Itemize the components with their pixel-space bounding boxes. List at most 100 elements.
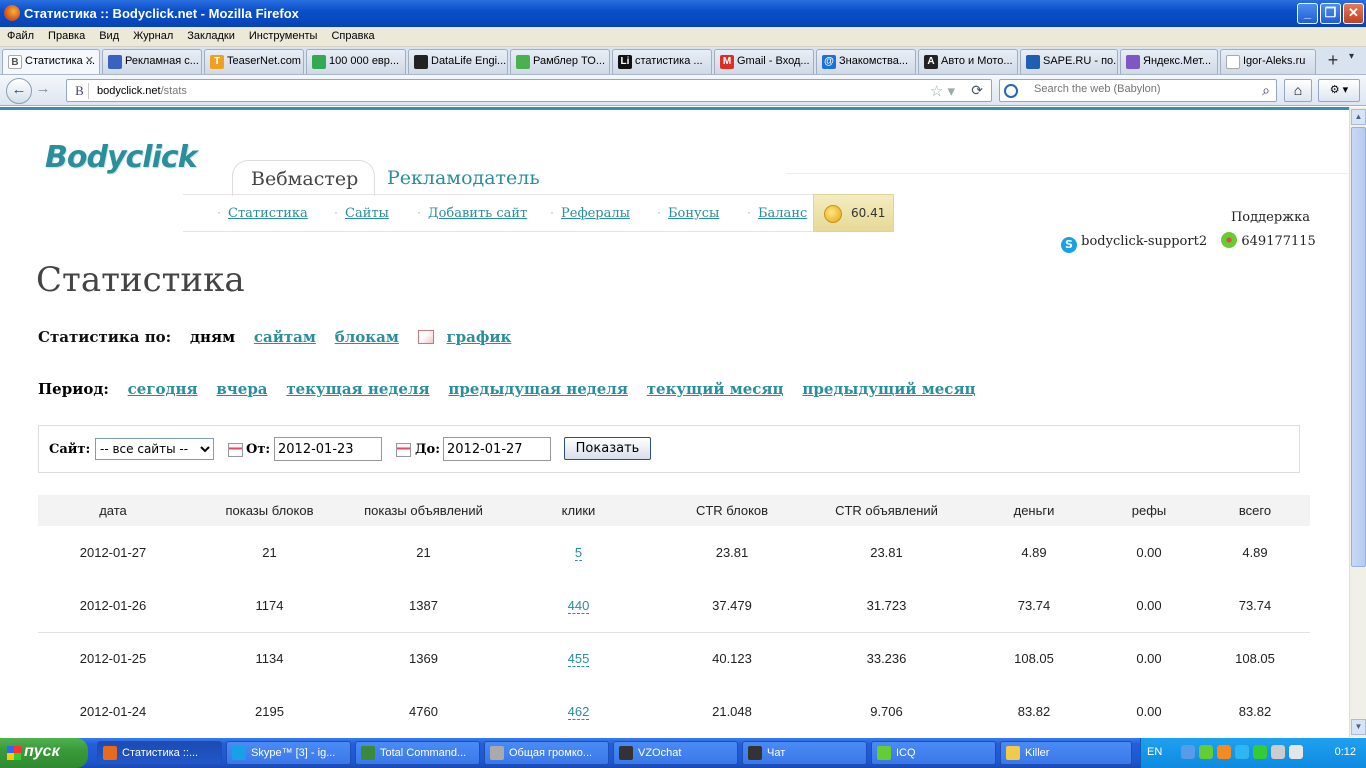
tab-3[interactable]: T TeaserNet.com <box>204 49 304 74</box>
language-indicator[interactable]: EN <box>1147 746 1162 758</box>
minimize-button[interactable]: _ <box>1297 3 1318 24</box>
period-yesterday-link[interactable]: вчера <box>216 380 267 398</box>
tab-5[interactable]: DataLife Engi... <box>408 49 508 74</box>
tab-7[interactable]: Li статистика ... <box>612 49 712 74</box>
task-vzochat[interactable]: VZOchat <box>613 741 738 765</box>
tab-12[interactable]: Яндекс.Мет... <box>1120 49 1218 74</box>
close-tab-icon[interactable]: ✕ <box>85 54 94 67</box>
maximize-button[interactable]: ❐ <box>1320 3 1341 24</box>
url-text[interactable]: bodyclick.net/stats <box>97 85 187 97</box>
tab-10[interactable]: A Авто и Мото... <box>918 49 1018 74</box>
clicks-link[interactable]: 455 <box>567 651 590 668</box>
cell-ctr-blocks: 21.048 <box>712 704 752 719</box>
bookmark-star-icon[interactable]: ☆ ▾ <box>930 82 955 100</box>
nav-bonuses-link[interactable]: Бонусы <box>668 206 719 221</box>
scroll-up-icon[interactable]: ▲ <box>1351 109 1366 125</box>
new-tab-button[interactable]: + <box>1322 50 1344 72</box>
menu-help[interactable]: Справка <box>324 27 381 42</box>
back-button[interactable]: ← <box>6 78 32 104</box>
tab-bar: B Статистика ... ✕ Рекламная с... T Tease… <box>0 47 1366 75</box>
tab-13[interactable]: Igor-Aleks.ru <box>1220 49 1316 74</box>
col-total: всего <box>1200 495 1310 526</box>
tray-network-icon[interactable] <box>1235 745 1249 759</box>
nav-add-site-link[interactable]: Добавить сайт <box>428 206 527 221</box>
site-identity-icon[interactable]: B <box>71 83 89 99</box>
tab-2[interactable]: Рекламная с... <box>102 49 202 74</box>
stats-chart-link[interactable]: график <box>446 328 511 346</box>
tab-8[interactable]: M Gmail - Вход... <box>714 49 814 74</box>
period-last-month-link[interactable]: предыдущий месяц <box>802 380 975 398</box>
cell-total: 4.89 <box>1242 545 1268 560</box>
period-today-link[interactable]: сегодня <box>128 380 198 398</box>
tab-webmaster[interactable]: Вебмастер <box>232 160 376 196</box>
date-to-input[interactable] <box>443 437 551 461</box>
task-firefox[interactable]: Статистика ::... <box>97 741 222 765</box>
task-killer[interactable]: Killer <box>1000 741 1132 765</box>
show-button[interactable]: Показать <box>564 437 651 460</box>
tab-label: Знакомства... <box>839 55 908 67</box>
forward-button[interactable]: → <box>32 78 54 104</box>
url-bar[interactable]: B bodyclick.net/stats ☆ ▾ ⟳ <box>66 79 992 102</box>
tray-volume-icon[interactable] <box>1289 745 1303 759</box>
addons-button[interactable]: ⚙ ▾ <box>1318 79 1360 102</box>
menu-file[interactable]: Файл <box>0 27 41 42</box>
reload-icon[interactable]: ⟳ <box>971 82 983 99</box>
chart-icon[interactable] <box>417 330 434 344</box>
scroll-thumb[interactable] <box>1351 127 1366 567</box>
period-this-week-link[interactable]: текущая неделя <box>286 380 429 398</box>
tray-security-icon[interactable] <box>1271 745 1285 759</box>
tab-list-dropdown-icon[interactable]: ▾ <box>1349 51 1354 62</box>
start-button[interactable]: пуск <box>0 738 88 768</box>
task-volume[interactable]: Общая громко... <box>484 741 609 765</box>
tab-stats[interactable]: B Статистика ... ✕ <box>2 49 100 74</box>
skype-icon: S <box>1061 237 1077 253</box>
cell-ad-impressions: 21 <box>416 545 431 560</box>
search-bar[interactable]: ⌕ <box>999 79 1277 102</box>
menu-bookmarks[interactable]: Закладки <box>180 27 242 42</box>
tab-6[interactable]: Рамблер ТО... <box>510 49 610 74</box>
clicks-link[interactable]: 462 <box>567 704 590 720</box>
cell-clicks: 455 <box>496 632 661 685</box>
tab-4[interactable]: 100 000 евр... <box>306 49 406 74</box>
tray-status-icon[interactable] <box>1253 745 1267 759</box>
nav-balance-link[interactable]: Баланс <box>758 206 807 221</box>
calendar-to-icon[interactable] <box>396 443 411 457</box>
home-button[interactable]: ⌂ <box>1284 79 1312 102</box>
nav-referrals-link[interactable]: Рефералы <box>561 206 630 221</box>
clicks-link[interactable]: 5 <box>574 545 583 561</box>
clicks-link[interactable]: 440 <box>567 597 590 614</box>
scroll-down-icon[interactable]: ▼ <box>1351 719 1366 735</box>
period-last-week-link[interactable]: предыдущая неделя <box>448 380 628 398</box>
bodyclick-logo[interactable]: Bodyclick <box>45 140 198 175</box>
calendar-from-icon[interactable] <box>228 443 243 457</box>
tray-icq-icon[interactable] <box>1199 745 1213 759</box>
task-icq[interactable]: ICQ <box>871 741 996 765</box>
vertical-scrollbar[interactable]: ▲ ▼ <box>1349 107 1366 737</box>
stats-by-sites-link[interactable]: сайтам <box>254 328 316 346</box>
menu-edit[interactable]: Правка <box>41 27 92 42</box>
date-from-input[interactable] <box>274 437 382 461</box>
vzochat-icon <box>619 746 633 760</box>
from-label: От: <box>246 442 271 457</box>
close-button[interactable]: ✕ <box>1343 3 1364 24</box>
tab-advertiser[interactable]: Рекламодатель <box>387 160 540 189</box>
search-engine-icon[interactable] <box>1004 84 1018 98</box>
menu-view[interactable]: Вид <box>92 27 126 42</box>
tray-arrow-icon[interactable] <box>1181 745 1195 759</box>
task-chat[interactable]: Чат <box>742 741 867 765</box>
menu-tools[interactable]: Инструменты <box>242 27 325 42</box>
task-skype[interactable]: Skype™ [3] - ig... <box>226 741 351 765</box>
period-this-month-link[interactable]: текущий месяц <box>647 380 784 398</box>
stats-by-blocks-link[interactable]: блокам <box>335 328 399 346</box>
menu-history[interactable]: Журнал <box>126 27 180 42</box>
task-total-commander[interactable]: Total Command... <box>355 741 480 765</box>
tab-11[interactable]: SAPE.RU - по... <box>1020 49 1118 74</box>
nav-stats-link[interactable]: Статистика <box>228 206 308 221</box>
search-icon[interactable]: ⌕ <box>1262 82 1270 99</box>
search-input[interactable] <box>1034 83 1244 95</box>
tab-favicon-icon: T <box>210 55 224 69</box>
site-select[interactable]: -- все сайты -- <box>95 438 214 460</box>
tray-app-icon[interactable] <box>1217 745 1231 759</box>
tab-9[interactable]: @ Знакомства... <box>816 49 916 74</box>
nav-sites-link[interactable]: Сайты <box>345 206 389 221</box>
